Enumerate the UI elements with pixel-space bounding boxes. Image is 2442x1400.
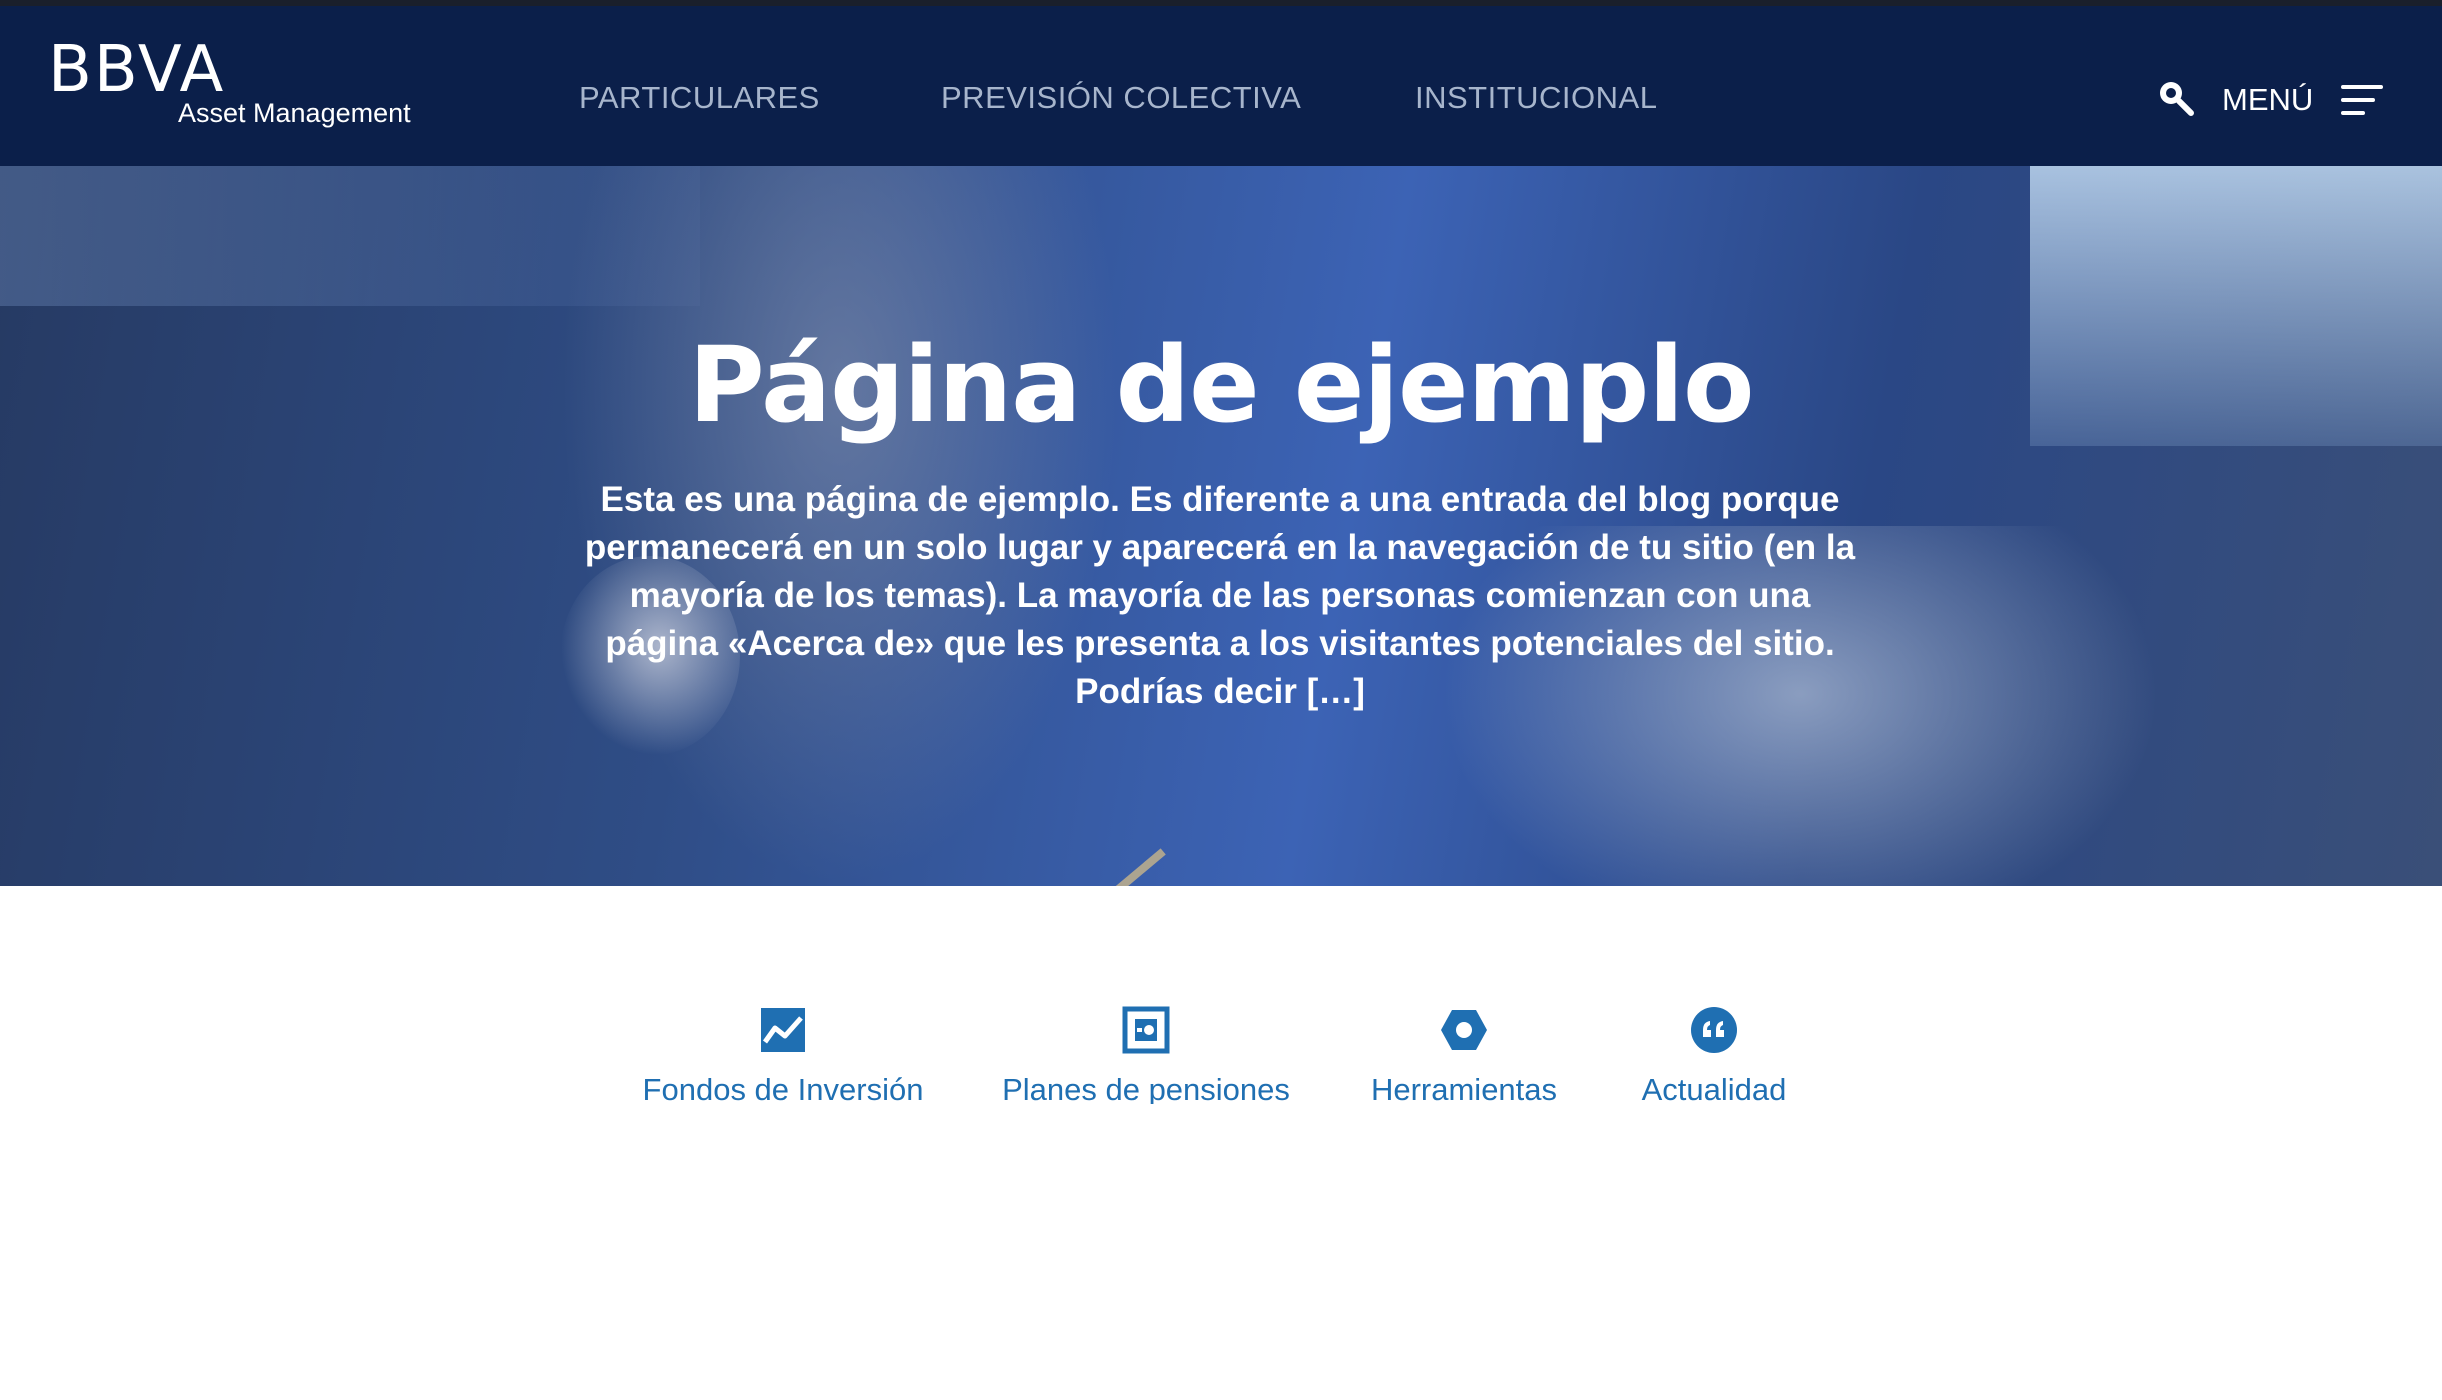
feature-label: Herramientas [1370, 1072, 1558, 1104]
nav-particulares[interactable]: PARTICULARES [579, 80, 820, 116]
feature-label: Actualidad [1641, 1072, 1787, 1104]
feature-label: Planes de pensiones [1002, 1072, 1290, 1104]
feature-planes-pensiones[interactable]: Planes de pensiones [996, 1006, 1296, 1104]
piggy-box-icon [1122, 1006, 1170, 1054]
page-title: Página de ejemplo [688, 324, 1755, 446]
feature-herramientas[interactable]: Herramientas [1364, 1006, 1564, 1104]
feature-actualidad[interactable]: Actualidad [1634, 1006, 1794, 1104]
feature-label: Fondos de Inversión [642, 1072, 924, 1104]
chart-line-icon [759, 1006, 807, 1054]
feature-links: Fondos de Inversión Planes de pensiones … [0, 886, 2442, 1400]
nav-institucional[interactable]: INSTITUCIONAL [1415, 80, 1657, 116]
feature-fondos-inversion[interactable]: Fondos de Inversión [640, 1006, 926, 1104]
menu-button[interactable]: MENÚ [2222, 80, 2384, 120]
hero-excerpt: Esta es una página de ejemplo. Es difere… [584, 480, 1856, 711]
bbva-logo[interactable]: BBVA Asset Management [48, 33, 411, 128]
hamburger-icon [2341, 85, 2384, 115]
logo-subtitle: Asset Management [178, 98, 411, 128]
hex-nut-icon [1440, 1006, 1488, 1054]
nav-prevision-colectiva[interactable]: PREVISIÓN COLECTIVA [941, 80, 1301, 116]
search-icon[interactable] [2156, 78, 2196, 118]
menu-label: MENÚ [2222, 82, 2314, 117]
logo-wordmark: BBVA [48, 33, 226, 107]
quote-icon [1690, 1006, 1738, 1054]
site-header: BBVA Asset Management PARTICULARES PREVI… [0, 6, 2442, 166]
